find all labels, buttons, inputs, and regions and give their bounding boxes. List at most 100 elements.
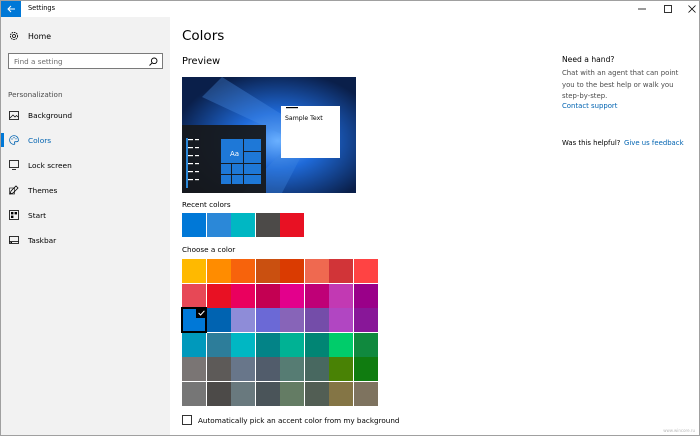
feedback-link[interactable]: Give us feedback	[624, 139, 684, 147]
start-icon	[9, 210, 19, 220]
color-swatch[interactable]	[304, 332, 329, 357]
taskbar-icon	[9, 236, 19, 244]
color-swatch[interactable]	[329, 332, 353, 357]
recent-color-swatch[interactable]	[255, 213, 280, 237]
active-indicator	[1, 133, 4, 147]
sidebar-item-themes[interactable]: Themes	[1, 180, 170, 200]
color-swatch[interactable]	[182, 357, 206, 381]
color-swatch[interactable]	[182, 332, 206, 357]
color-swatch[interactable]	[182, 283, 206, 308]
color-swatch[interactable]	[255, 332, 280, 357]
window-title: Settings	[28, 4, 56, 12]
color-swatch[interactable]	[304, 308, 329, 332]
color-swatch[interactable]	[231, 357, 255, 381]
color-swatch[interactable]	[255, 259, 280, 283]
color-swatch[interactable]	[304, 357, 329, 381]
sidebar-item-label: Themes	[28, 185, 58, 195]
sidebar-item-taskbar[interactable]: Taskbar	[1, 230, 170, 250]
color-swatch[interactable]	[329, 259, 353, 283]
color-swatch[interactable]	[280, 381, 304, 406]
color-swatch[interactable]	[304, 283, 329, 308]
nav-section-label: Personalization	[8, 90, 63, 99]
recent-color-swatch[interactable]	[280, 213, 304, 237]
color-preview: Aa Sample Text	[182, 77, 356, 193]
color-swatch[interactable]	[280, 308, 304, 332]
color-swatch[interactable]	[280, 259, 304, 283]
auto-accent-checkbox[interactable]	[182, 415, 192, 425]
color-swatch[interactable]	[353, 283, 378, 308]
color-swatch[interactable]	[329, 357, 353, 381]
maximize-icon	[664, 5, 672, 13]
search-icon	[149, 57, 158, 66]
help-text: Chat with an agent that can point you to…	[562, 69, 679, 100]
helpful-question: Was this helpful?	[562, 139, 621, 147]
watermark: www.wincore.ru	[663, 428, 695, 433]
desktop-wallpaper-preview	[182, 77, 356, 193]
color-swatch[interactable]	[206, 381, 231, 406]
checkmark-icon	[196, 308, 206, 318]
close-button[interactable]	[677, 1, 700, 17]
image-icon	[9, 110, 19, 120]
close-icon	[688, 5, 696, 13]
lock-screen-icon	[9, 160, 19, 170]
palette-icon	[9, 135, 19, 145]
color-swatch[interactable]	[304, 259, 329, 283]
color-swatch[interactable]	[280, 283, 304, 308]
color-swatch[interactable]	[206, 308, 231, 332]
preview-sample-text: Sample Text	[285, 115, 323, 122]
color-swatch[interactable]	[231, 381, 255, 406]
color-swatch[interactable]	[255, 357, 280, 381]
color-swatch[interactable]	[255, 308, 280, 332]
search-input[interactable]: Find a setting	[8, 53, 163, 69]
color-swatch[interactable]	[280, 332, 304, 357]
gear-icon	[9, 31, 19, 41]
color-swatch[interactable]	[353, 308, 378, 332]
preview-heading: Preview	[182, 56, 221, 67]
nav-home-label: Home	[28, 31, 52, 41]
color-swatch[interactable]	[206, 332, 231, 357]
sidebar-item-label: Taskbar	[28, 235, 57, 245]
auto-accent-label: Automatically pick an accent color from …	[198, 415, 400, 425]
sidebar-item-label: Lock screen	[28, 160, 72, 170]
recent-color-swatch[interactable]	[182, 213, 206, 237]
color-swatch[interactable]	[206, 259, 231, 283]
color-swatch[interactable]	[353, 259, 378, 283]
color-swatch[interactable]	[231, 283, 255, 308]
color-swatch[interactable]	[353, 332, 378, 357]
color-swatch[interactable]	[280, 357, 304, 381]
color-swatch[interactable]	[181, 307, 207, 333]
color-swatch[interactable]	[206, 357, 231, 381]
color-swatch[interactable]	[255, 381, 280, 406]
nav-home[interactable]: Home	[1, 27, 170, 45]
color-swatch[interactable]	[231, 308, 255, 332]
color-swatch[interactable]	[206, 283, 231, 308]
auto-accent-option[interactable]: Automatically pick an accent color from …	[182, 414, 399, 426]
color-swatch[interactable]	[255, 283, 280, 308]
back-arrow-icon	[6, 5, 15, 13]
sidebar-item-label: Colors	[28, 135, 52, 145]
sidebar-item-start[interactable]: Start	[1, 205, 170, 225]
color-swatch[interactable]	[329, 308, 353, 332]
recent-color-swatch[interactable]	[231, 213, 255, 237]
sidebar-item-background[interactable]: Background	[1, 105, 170, 125]
color-swatch[interactable]	[231, 332, 255, 357]
sidebar-item-lock-screen[interactable]: Lock screen	[1, 155, 170, 175]
contact-support-link[interactable]: Contact support	[562, 102, 617, 110]
color-swatch[interactable]	[353, 381, 378, 406]
color-swatch[interactable]	[182, 381, 206, 406]
search-placeholder: Find a setting	[14, 57, 63, 66]
back-button[interactable]	[1, 1, 21, 17]
color-swatch[interactable]	[304, 381, 329, 406]
recent-color-swatch[interactable]	[206, 213, 231, 237]
color-swatch[interactable]	[329, 381, 353, 406]
sidebar-item-colors[interactable]: Colors	[1, 130, 170, 150]
color-swatch[interactable]	[231, 259, 255, 283]
preview-tile-text: Aa	[230, 150, 240, 158]
settings-window: Settings Home Find a setting Personaliza…	[0, 0, 700, 436]
color-swatch[interactable]	[353, 357, 378, 381]
color-swatch[interactable]	[182, 259, 206, 283]
color-swatch[interactable]	[329, 283, 353, 308]
sidebar: Home Find a setting Personalization Back…	[1, 17, 170, 435]
themes-icon	[9, 185, 19, 195]
recent-colors-label: Recent colors	[182, 200, 231, 209]
